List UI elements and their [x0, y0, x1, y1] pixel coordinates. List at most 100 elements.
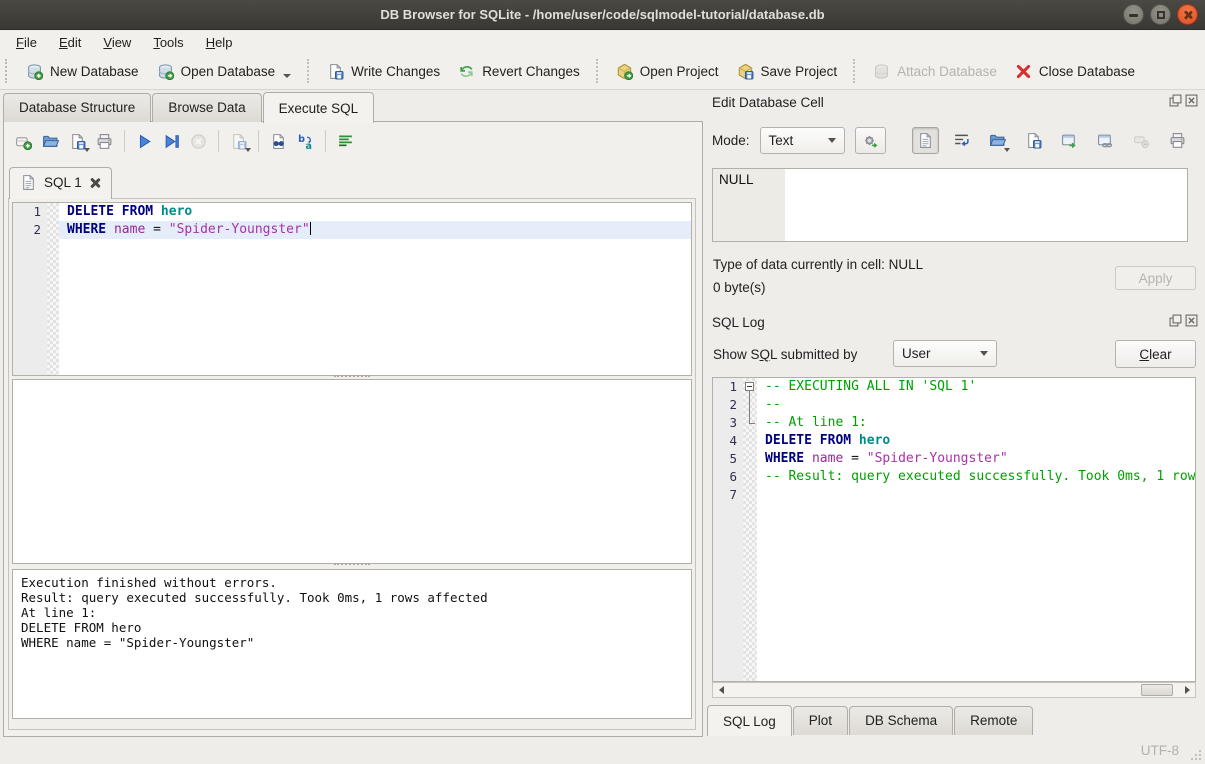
menu-tools[interactable]: Tools	[143, 33, 193, 52]
titlebar[interactable]: DB Browser for SQLite - /home/user/code/…	[0, 0, 1205, 30]
word-wrap-button[interactable]	[948, 127, 975, 154]
open-project-button[interactable]: Open Project	[607, 58, 728, 85]
copy-link-button[interactable]	[1092, 127, 1119, 154]
mode-select[interactable]: Text	[760, 127, 845, 154]
log-filter-value: User	[902, 346, 931, 361]
resize-grip[interactable]	[1189, 748, 1201, 760]
cell-mode-row: Mode: Text	[712, 124, 1199, 156]
write-changes-button[interactable]: Write Changes	[318, 58, 449, 85]
code-text: DELETE FROM hero	[59, 203, 691, 221]
stop-button	[185, 128, 212, 154]
fold-margin	[47, 203, 59, 221]
code-line: 3-- At line 1:	[713, 414, 1195, 432]
log-hscrollbar[interactable]	[712, 682, 1196, 698]
edit-cell-panel-header: Edit Database Cell	[712, 93, 1201, 111]
find-button[interactable]	[265, 128, 292, 154]
set-null-icon	[1133, 132, 1150, 149]
open-in-app-button[interactable]	[1056, 127, 1083, 154]
toolbar-separator	[853, 59, 857, 83]
float-panel-icon[interactable]	[1169, 314, 1182, 327]
results-splitter-handle[interactable]	[12, 562, 692, 567]
open-sql-file-icon	[42, 133, 59, 150]
sql-tab[interactable]: SQL 1	[9, 167, 112, 199]
chevron-down-icon	[245, 148, 251, 152]
minimize-button[interactable]	[1123, 4, 1144, 25]
fold-margin	[743, 468, 757, 486]
fold-margin	[743, 486, 757, 504]
revert-changes-button[interactable]: Revert Changes	[449, 58, 589, 85]
float-panel-icon[interactable]	[1169, 94, 1182, 107]
save-project-button[interactable]: Save Project	[728, 58, 847, 85]
attach-database-button: Attach Database	[864, 58, 1006, 85]
code-text: DELETE FROM hero	[757, 432, 1195, 450]
fold-marker[interactable]	[743, 396, 757, 414]
sql-editor-area[interactable]: 1DELETE FROM hero2WHERE name = "Spider-Y…	[12, 202, 692, 376]
export-data-button[interactable]	[1020, 127, 1047, 154]
chevron-down-icon[interactable]	[283, 74, 291, 78]
tab-execute-sql[interactable]: Execute SQL	[263, 92, 375, 123]
replace-button[interactable]: ba	[292, 128, 319, 154]
cell-type-info: Type of data currently in cell: NULL	[713, 257, 923, 272]
line-number: 1	[13, 203, 47, 221]
cell-value: NULL	[719, 172, 754, 187]
import-data-button[interactable]	[984, 127, 1011, 154]
print-button[interactable]	[91, 128, 118, 154]
log-filter-select[interactable]: User	[893, 340, 997, 367]
open-sql-file-button[interactable]	[37, 128, 64, 154]
menu-edit[interactable]: Edit	[49, 33, 91, 52]
dock-tab-remote[interactable]: Remote	[954, 706, 1033, 735]
toolbar-drag-handle[interactable]	[5, 59, 11, 83]
maximize-button[interactable]	[1150, 4, 1171, 25]
open-database-button[interactable]: Open Database	[148, 58, 301, 85]
tab-database-structure[interactable]: Database Structure	[3, 93, 151, 122]
sql-log-area[interactable]: 1-- EXECUTING ALL IN 'SQL 1'2--3-- At li…	[712, 377, 1196, 682]
scrollbar-thumb[interactable]	[1141, 684, 1173, 696]
cell-editor[interactable]: NULL	[712, 168, 1188, 242]
svg-text:b: b	[298, 134, 305, 145]
code-line: 4DELETE FROM hero	[713, 432, 1195, 450]
menu-file[interactable]: File	[6, 33, 47, 52]
gear-import-icon	[862, 132, 879, 149]
format-sql-button[interactable]	[332, 128, 359, 154]
close-database-button[interactable]: Close Database	[1006, 58, 1144, 85]
apply-mode-button[interactable]	[855, 127, 886, 154]
text-mode-button[interactable]	[912, 127, 939, 154]
tab-browse-data[interactable]: Browse Data	[152, 93, 261, 122]
cell-editor-toolbar	[912, 127, 1199, 154]
scroll-left-icon[interactable]	[713, 683, 729, 697]
dock-tab-db-schema[interactable]: DB Schema	[849, 706, 953, 735]
close-window-button[interactable]	[1177, 4, 1198, 25]
minimize-icon	[1129, 14, 1138, 17]
close-panel-icon[interactable]	[1185, 94, 1198, 107]
replace-icon: ba	[297, 133, 314, 150]
execute-line-button[interactable]	[158, 128, 185, 154]
print-cell-button[interactable]	[1164, 127, 1191, 154]
execute-all-icon	[136, 133, 153, 150]
menu-help[interactable]: Help	[196, 33, 243, 52]
execute-all-button[interactable]	[131, 128, 158, 154]
dock-tab-bar: SQL LogPlotDB SchemaRemote	[707, 707, 1034, 735]
dock-tab-sql-log[interactable]: SQL Log	[707, 705, 792, 736]
scroll-right-icon[interactable]	[1179, 683, 1195, 697]
new-database-icon	[26, 63, 43, 80]
line-number: 6	[713, 468, 743, 486]
text-cursor	[310, 222, 312, 235]
copy-link-icon	[1097, 132, 1114, 149]
cell-editor-content[interactable]	[785, 169, 1187, 241]
edit-cell-panel-title: Edit Database Cell	[712, 95, 824, 110]
mode-select-value: Text	[769, 133, 794, 148]
results-grid-area[interactable]	[12, 379, 692, 564]
fold-marker[interactable]	[743, 378, 757, 396]
new-database-button[interactable]: New Database	[17, 58, 148, 85]
new-sql-tab-button[interactable]	[10, 128, 37, 154]
close-panel-icon[interactable]	[1185, 314, 1198, 327]
menu-view[interactable]: View	[93, 33, 141, 52]
dock-tab-plot[interactable]: Plot	[793, 706, 848, 735]
chevron-down-icon	[84, 148, 90, 152]
execution-status-area[interactable]: Execution finished without errors. Resul…	[12, 569, 692, 719]
save-sql-file-button[interactable]	[64, 128, 91, 154]
open-project-label: Open Project	[640, 64, 719, 79]
clear-log-button[interactable]: Clear	[1115, 340, 1196, 368]
close-tab-icon[interactable]	[89, 177, 101, 189]
fold-marker[interactable]	[743, 414, 757, 432]
